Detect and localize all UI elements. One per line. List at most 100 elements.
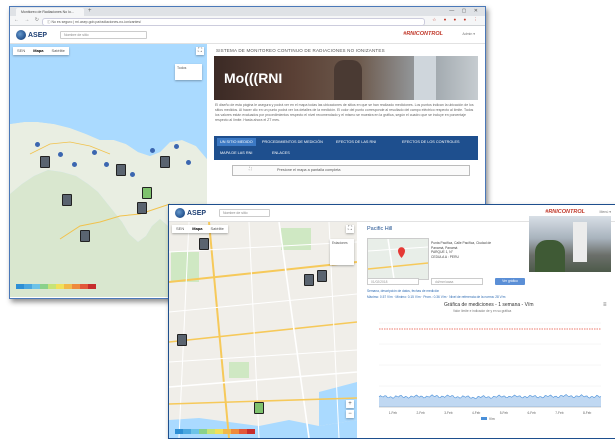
logo-mark-icon (175, 208, 185, 218)
photo-tree (535, 240, 565, 272)
app-header: ASEP Nombre de sitio #RNICONTROL Admin ▾ (10, 26, 485, 44)
legend-swatch (231, 429, 239, 434)
page-title: SISTEMA DE MONITOREO CONTINUO DE RADIACI… (216, 48, 385, 53)
station-marker[interactable] (254, 402, 264, 414)
zoom-out-button[interactable]: − (346, 410, 354, 418)
station-dot[interactable] (58, 152, 63, 157)
station-marker[interactable] (177, 334, 187, 346)
zoom-in-button[interactable]: + (346, 400, 354, 408)
address-line: CEDULA A : PERU (431, 254, 459, 259)
legend-swatch (239, 429, 247, 434)
minimap-svg (368, 239, 428, 279)
station-marker[interactable] (199, 238, 209, 250)
asep-logo[interactable]: ASEP (175, 207, 206, 219)
legend-swatch (223, 429, 231, 434)
station-marker[interactable] (317, 270, 327, 282)
x-tick-label: 4-Feb (472, 411, 481, 415)
map-tab-map[interactable]: Mapa (29, 47, 47, 55)
panel-fullscreen-icon[interactable]: ⛶ (249, 167, 252, 171)
window-controls[interactable]: — ▢ ✕ (449, 8, 481, 14)
legend-swatch (40, 284, 48, 289)
map-tab-sen[interactable]: SEN (13, 47, 29, 55)
legend-swatch (183, 429, 191, 434)
brand-label: #RNICONTROL (403, 31, 443, 37)
map-filter-panel[interactable]: Estaciones (330, 239, 354, 265)
nav-tab-bar: UN SITIO MEDIDO PROCEDIMIENTOS DE MEDICI… (214, 136, 478, 160)
date-from-input[interactable]: 01/02/2018 (367, 278, 419, 285)
station-minimap[interactable] (367, 238, 429, 280)
station-marker[interactable] (40, 156, 50, 168)
date-to-input[interactable]: dd/mm/aaaa (431, 278, 483, 285)
measurement-chart: 1-Feb 2-Feb 3-Feb 4-Feb 5-Feb 6-Feb 7-Feb 8-Feb… (378, 322, 602, 421)
station-marker[interactable] (304, 274, 314, 286)
station-marker[interactable] (137, 202, 147, 214)
legend-swatch (481, 417, 487, 420)
nav-tab-effects[interactable]: EFECTOS DE LAS RNI (336, 140, 376, 144)
map-tab-satellite[interactable]: Satélite (47, 47, 68, 55)
logo-text: ASEP (187, 209, 207, 217)
legend-swatch (64, 284, 72, 289)
view-chart-button[interactable]: Ver gráfico (495, 278, 525, 285)
asep-logo[interactable]: ASEP (16, 29, 47, 41)
city-map[interactable]: SEN Mapa Satélite ⛶ Estaciones + − (169, 222, 357, 438)
user-menu[interactable]: Menú ▾ (600, 210, 611, 214)
legend-swatch (247, 429, 255, 434)
station-marker[interactable] (80, 230, 90, 242)
station-dot[interactable] (104, 162, 109, 167)
station-marker[interactable] (142, 187, 152, 199)
fullscreen-icon[interactable]: ⛶ (196, 47, 204, 55)
new-tab-button[interactable]: + (88, 8, 92, 15)
extension-icons[interactable]: ☆ ● ● ● ⋮ (432, 17, 481, 23)
station-marker[interactable] (62, 194, 72, 206)
legend-label: V/m (489, 417, 495, 421)
station-title: Pacific Hill (367, 226, 393, 232)
site-dropdown[interactable]: Nombre de sitio (219, 209, 270, 217)
chart-title: Gráfica de mediciones - 1 semana - V/m (444, 302, 534, 308)
intro-paragraph: El diseño de esta página le asegura y po… (215, 103, 474, 122)
station-marker[interactable] (116, 164, 126, 176)
user-menu[interactable]: Admin ▾ (462, 32, 475, 36)
nav-tab-links[interactable]: ENLACES (272, 151, 290, 155)
station-dot[interactable] (186, 160, 191, 165)
browser-tab[interactable]: Monitoreo de Radiaciones No Io... (16, 8, 84, 16)
station-address: Punta Pacífica, Calle Pacífica, Ciudad d… (431, 241, 519, 259)
nav-tab-procedures[interactable]: PROCEDIMIENTOS DE MEDICIÓN (262, 140, 323, 144)
x-tick-label: 8-Feb (583, 411, 592, 415)
nav-tab-map[interactable]: MAPA DE LAS RNI (220, 151, 252, 155)
chart-menu-icon[interactable]: ≡ (603, 302, 607, 308)
legend-swatch (56, 284, 64, 289)
station-photo (529, 216, 611, 272)
map-filter-panel[interactable]: Todos (175, 64, 202, 80)
hero-banner: Mo(((RNI (214, 56, 478, 100)
logo-mark-icon (16, 30, 26, 40)
fullscreen-panel[interactable]: ⛶ Presione el mapa a pantalla completa (232, 165, 470, 176)
legend-swatch (207, 429, 215, 434)
station-dot[interactable] (174, 144, 179, 149)
fullscreen-icon[interactable]: ⛶ (346, 225, 354, 233)
brand-label: #RNICONTROL (545, 209, 585, 215)
map-tab-map[interactable]: Mapa (188, 225, 206, 233)
nav-tab-controls[interactable]: EFECTOS DE LOS CONTROLES (402, 140, 460, 144)
station-dot[interactable] (130, 172, 135, 177)
x-tick-label: 1-Feb (389, 411, 398, 415)
nav-buttons[interactable]: ← → ↻ (14, 17, 41, 23)
station-marker[interactable] (160, 156, 170, 168)
legend-swatch (48, 284, 56, 289)
map-tab-sen[interactable]: SEN (172, 225, 188, 233)
map-type-toggle[interactable]: SEN Mapa Satélite (13, 47, 69, 55)
x-tick-label: 6-Feb (527, 411, 536, 415)
map-type-toggle[interactable]: SEN Mapa Satélite (172, 225, 228, 233)
station-dot[interactable] (72, 162, 77, 167)
legend-swatch (80, 284, 88, 289)
nav-tab-site[interactable]: UN SITIO MEDIDO (217, 138, 256, 146)
banner-logo-text: Mo(((RNI (224, 70, 283, 86)
legend-swatch (215, 429, 223, 434)
map-tab-satellite[interactable]: Satélite (206, 225, 227, 233)
station-dot[interactable] (35, 142, 40, 147)
station-dot[interactable] (92, 150, 97, 155)
address-bar-row: ← → ↻ ⓘ No es seguro | rni.asep.gob.pa/r… (10, 16, 485, 26)
url-input[interactable]: ⓘ No es seguro | rni.asep.gob.pa/radiaci… (42, 17, 425, 26)
color-legend (16, 284, 96, 289)
station-dot[interactable] (150, 148, 155, 153)
site-dropdown[interactable]: Nombre de sitio (60, 31, 147, 39)
